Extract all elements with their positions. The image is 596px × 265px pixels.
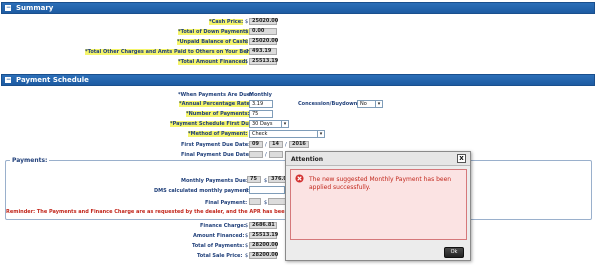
total-sale-price-label: Total Sale Price: xyxy=(197,253,243,259)
total-of-payments-label: Total of Payments: xyxy=(192,243,245,249)
payment-schedule-header: − Payment Schedule xyxy=(1,74,595,86)
total-of-payments-field: 28200.00 xyxy=(249,242,278,249)
currency-symbol: $ xyxy=(245,59,249,65)
monthly-payments-label: Monthly Payments Due: xyxy=(181,178,249,184)
first-due-select[interactable]: 30 Days ▾ xyxy=(249,120,289,128)
final-date-label: Final Payment Due Date: xyxy=(181,152,251,158)
payment-schedule-title: Payment Schedule xyxy=(16,76,89,84)
ok-button[interactable]: Ok xyxy=(444,247,464,258)
currency-symbol: $ xyxy=(245,243,249,249)
total-down-payments-field: 0.00 xyxy=(249,28,277,35)
other-charges-field: 493.19 xyxy=(249,48,277,55)
concession-label: Concession/Buydown: xyxy=(298,101,360,107)
final-payment-label: Final Payment: xyxy=(205,200,248,206)
when-due-value: Monthly xyxy=(249,92,272,98)
method-select[interactable]: Check ▾ xyxy=(249,130,325,138)
first-due-value: 30 Days xyxy=(252,121,273,127)
currency-symbol: $ xyxy=(245,19,249,25)
first-date-year: 2016 xyxy=(289,141,309,148)
when-due-label: *When Payments Are Due: xyxy=(178,92,253,98)
currency-symbol: $ xyxy=(264,200,268,206)
cash-price-label: *Cash Price: xyxy=(209,19,244,25)
num-payments-label: *Number of Payments: xyxy=(186,111,250,117)
method-value: Check xyxy=(252,131,268,137)
first-date-day: 14 xyxy=(269,141,283,148)
monthly-payment-amount: 376.0 xyxy=(268,176,287,183)
reminder-text: Reminder: The Payments and Finance Charg… xyxy=(6,209,319,215)
date-separator: / xyxy=(285,142,287,148)
summary-title: Summary xyxy=(16,4,54,12)
first-date-label: First Payment Due Date: xyxy=(181,142,251,148)
error-x-circle-icon xyxy=(295,174,304,183)
chevron-down-icon: ▾ xyxy=(281,121,288,127)
currency-symbol: $ xyxy=(245,49,249,55)
summary-collapse-toggle[interactable]: − xyxy=(5,5,11,11)
first-due-label: *Payment Schedule First Due: xyxy=(170,121,255,127)
currency-symbol: $ xyxy=(245,188,249,194)
unpaid-balance-label: *Unpaid Balance of Cash: xyxy=(177,39,249,45)
dialog-message-box: The new suggested Monthly Payment has be… xyxy=(290,169,467,240)
final-date-month xyxy=(249,151,263,158)
finance-charge-label: Finance Charge: xyxy=(200,223,246,229)
method-label: *Method of Payment: xyxy=(188,131,248,137)
concession-select[interactable]: No ▾ xyxy=(357,100,383,108)
chevron-down-icon: ▾ xyxy=(375,101,382,107)
currency-symbol: $ xyxy=(245,233,249,239)
total-down-payments-label: *Total of Down Payments: xyxy=(178,29,251,35)
date-separator: / xyxy=(265,142,267,148)
amount-financed-field: 25513.19 xyxy=(249,232,278,239)
date-separator: / xyxy=(265,152,267,158)
cash-price-field: 25020.00 xyxy=(249,18,278,25)
total-amount-financed-field: 25513.19 xyxy=(249,58,278,65)
apr-input[interactable]: 3.19 xyxy=(249,100,273,108)
final-date-day xyxy=(269,151,283,158)
unpaid-balance-field: 25020.00 xyxy=(249,38,278,45)
dialog-message: The new suggested Monthly Payment has be… xyxy=(309,176,452,191)
amount-financed-label: Amount Financed: xyxy=(193,233,245,239)
other-charges-label: *Total Other Charges and Amts Paid to Ot… xyxy=(85,49,260,55)
first-date-month: 09 xyxy=(249,141,263,148)
final-payment-count xyxy=(249,198,261,205)
dms-payment-input[interactable] xyxy=(249,186,285,194)
currency-symbol: $ xyxy=(245,39,249,45)
num-payments-input[interactable]: 75 xyxy=(249,110,273,118)
dms-payment-label: DMS calculated monthly payment: xyxy=(154,188,251,194)
currency-symbol: $ xyxy=(245,253,249,259)
currency-symbol: $ xyxy=(245,223,249,229)
apr-label: *Annual Percentage Rate: xyxy=(179,101,252,107)
payment-schedule-collapse-toggle[interactable]: − xyxy=(5,77,11,83)
final-payment-amount xyxy=(268,198,286,205)
total-sale-price-field: 28200.00 xyxy=(249,252,278,259)
finance-charge-field: 2686.81 xyxy=(249,222,277,229)
concession-value: No xyxy=(360,101,367,107)
close-icon[interactable]: x xyxy=(457,154,466,163)
total-amount-financed-label: *Total Amount Financed: xyxy=(178,59,248,65)
dialog-title: Attention xyxy=(286,152,470,166)
chevron-down-icon: ▾ xyxy=(317,131,324,137)
payments-legend: Payments: xyxy=(10,157,50,164)
currency-symbol: $ xyxy=(264,178,268,184)
monthly-payments-count: 75 xyxy=(247,176,261,183)
summary-header: − Summary xyxy=(1,2,595,14)
attention-dialog: Attention x The new suggested Monthly Pa… xyxy=(285,151,471,261)
currency-symbol: $ xyxy=(245,29,249,35)
